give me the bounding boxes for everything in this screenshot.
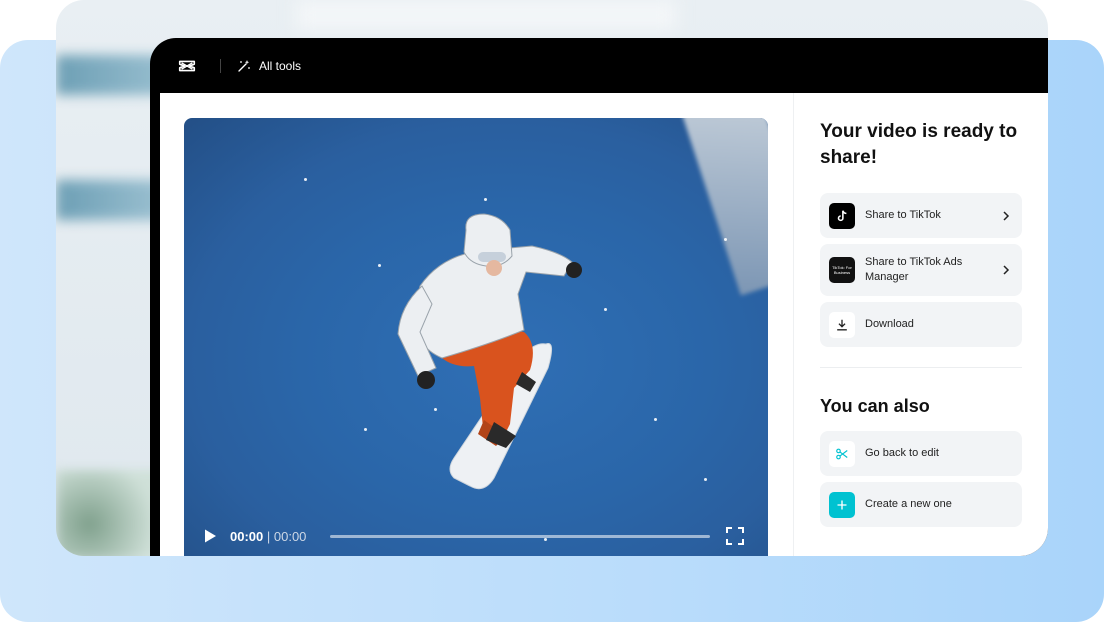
play-icon[interactable] (202, 528, 218, 544)
share-to-tiktok-ads-manager-label: Share to TikTok Ads Manager (865, 256, 963, 283)
all-tools-label: All tools (259, 58, 302, 73)
fullscreen-icon[interactable] (726, 527, 744, 545)
all-tools-button[interactable]: All tools (237, 59, 301, 73)
current-time: 00:00 (230, 528, 264, 544)
chevron-right-icon (1003, 210, 1010, 221)
download-icon (829, 311, 855, 338)
panel-divider (793, 93, 794, 556)
duration: 00:00 (273, 528, 307, 544)
app-window: All tools 00:00 | 00:00 Your video is re… (150, 38, 1048, 556)
scissors-icon (829, 440, 855, 467)
share-panel: Your video is ready to share! Share to T… (820, 93, 1030, 533)
progress-bar[interactable] (330, 535, 710, 538)
section-divider (820, 367, 1022, 368)
tiktok-business-icon: TikTok: For Business (829, 257, 855, 283)
chevron-right-icon (1003, 265, 1010, 275)
share-to-tiktok-button[interactable]: Share to TikTok (820, 193, 1022, 238)
topbar-divider (220, 58, 221, 73)
share-to-tiktok-ads-manager-button[interactable]: TikTok: For Business Share to TikTok Ads… (820, 244, 1022, 296)
time-display: 00:00 | 00:00 (230, 528, 307, 544)
video-preview[interactable]: 00:00 | 00:00 (184, 118, 768, 556)
magic-wand-icon (238, 59, 250, 72)
snowboarder-image (397, 213, 582, 490)
go-back-to-edit-button[interactable]: Go back to edit (820, 431, 1022, 476)
also-heading: You can also (820, 396, 930, 416)
share-to-tiktok-label: Share to TikTok (865, 209, 941, 221)
create-new-label: Create a new one (865, 498, 952, 510)
go-back-to-edit-label: Go back to edit (865, 447, 939, 459)
tiktok-icon (829, 202, 855, 229)
share-heading: Your video is ready to share! (820, 121, 1018, 168)
create-new-button[interactable]: Create a new one (820, 482, 1022, 527)
download-button[interactable]: Download (820, 302, 1022, 347)
top-bar: All tools (150, 38, 1048, 93)
video-controls: 00:00 | 00:00 (184, 516, 768, 556)
main-content: 00:00 | 00:00 Your video is ready to sha… (160, 93, 1048, 556)
capcut-logo-icon[interactable] (176, 55, 198, 77)
plus-icon (829, 491, 855, 518)
download-label: Download (865, 318, 914, 330)
